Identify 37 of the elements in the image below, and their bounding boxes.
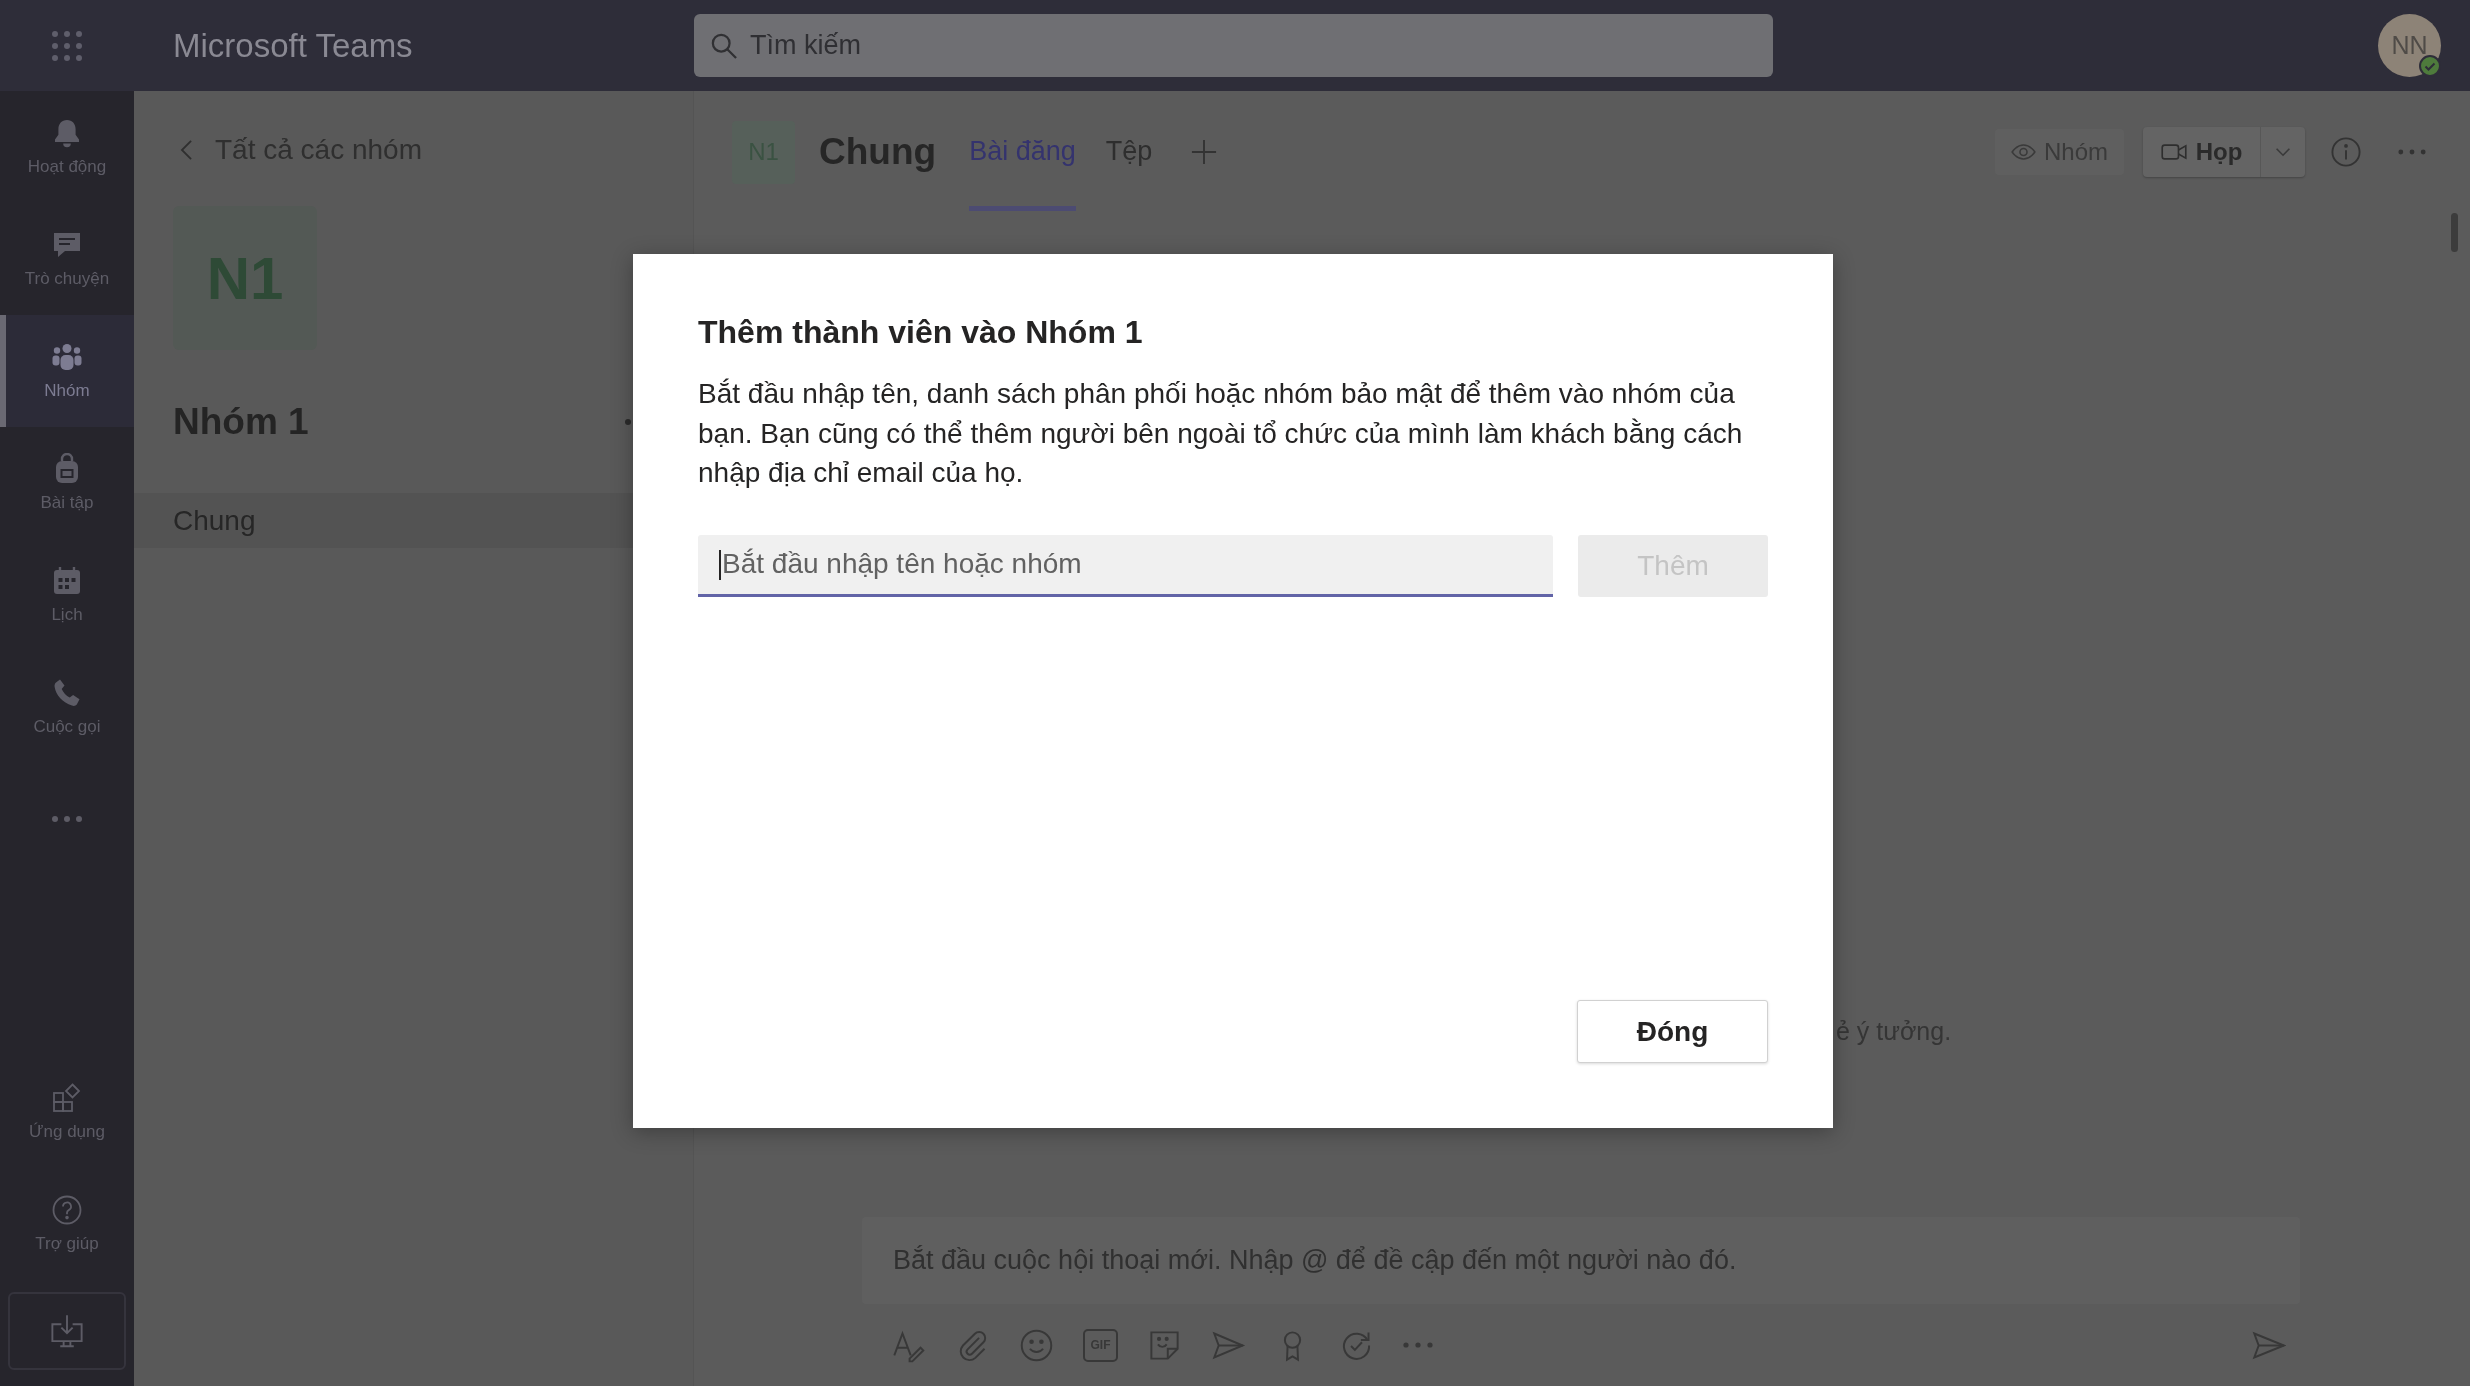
eye-icon — [2011, 143, 2036, 161]
nav-item[interactable]: Trò chuyện — [0, 203, 134, 315]
nav-item[interactable]: Nhóm — [0, 315, 134, 427]
nav-item[interactable]: Trợ giúp — [0, 1168, 134, 1280]
dialog-title: Thêm thành viên vào Nhóm 1 — [698, 313, 1144, 352]
monitor-download-icon — [49, 1313, 85, 1349]
more-icon[interactable] — [51, 815, 83, 823]
apps-icon — [51, 1082, 83, 1114]
nav-item[interactable]: Bài tập — [0, 427, 134, 539]
member-search-field[interactable]: Bắt đầu nhập tên hoặc nhóm — [698, 534, 1553, 597]
avatar-button[interactable]: NN — [2378, 14, 2441, 77]
more-icon[interactable] — [2398, 149, 2426, 155]
nav-item[interactable]: Ứng dụng — [0, 1056, 134, 1168]
chevron-left-icon — [180, 139, 193, 161]
chevron-down-icon[interactable] — [2275, 147, 2291, 157]
download-button[interactable] — [8, 1292, 126, 1370]
app-name: Microsoft Teams — [173, 26, 413, 64]
video-camera-icon — [2160, 143, 2187, 161]
nav-item[interactable]: Lịch — [0, 539, 134, 651]
people-icon — [51, 341, 83, 373]
help-icon — [51, 1194, 83, 1226]
text-cursor — [719, 549, 721, 580]
more-icon[interactable] — [624, 418, 632, 426]
app-launcher-icon[interactable] — [52, 30, 82, 61]
dialog-description: Bắt đầu nhập tên, danh sách phân phối hoặc nhóm bảo mật để thêm vào nhóm của bạn. Bạn cũng có thể thêm người bên ngoài tổ chức của mình làm khách bằng cách nhập địa chỉ email của họ. — [698, 377, 1744, 490]
search-field[interactable]: Tìm kiếm — [694, 14, 1773, 77]
scrollbar-thumb[interactable] — [2451, 213, 2458, 252]
meet-button[interactable]: Họp — [2143, 127, 2261, 177]
nav-item[interactable]: Cuộc gọi — [0, 651, 134, 763]
emoji-icon[interactable] — [1019, 1327, 1054, 1363]
info-icon[interactable] — [2331, 137, 2361, 167]
calendar-icon — [51, 565, 83, 597]
close-button[interactable]: Đóng — [1577, 1000, 1768, 1063]
plus-icon[interactable] — [1191, 139, 1218, 165]
more-icon[interactable] — [1403, 1342, 1433, 1348]
search-icon — [711, 33, 737, 59]
nav-item[interactable]: Hoạt động — [0, 91, 134, 203]
